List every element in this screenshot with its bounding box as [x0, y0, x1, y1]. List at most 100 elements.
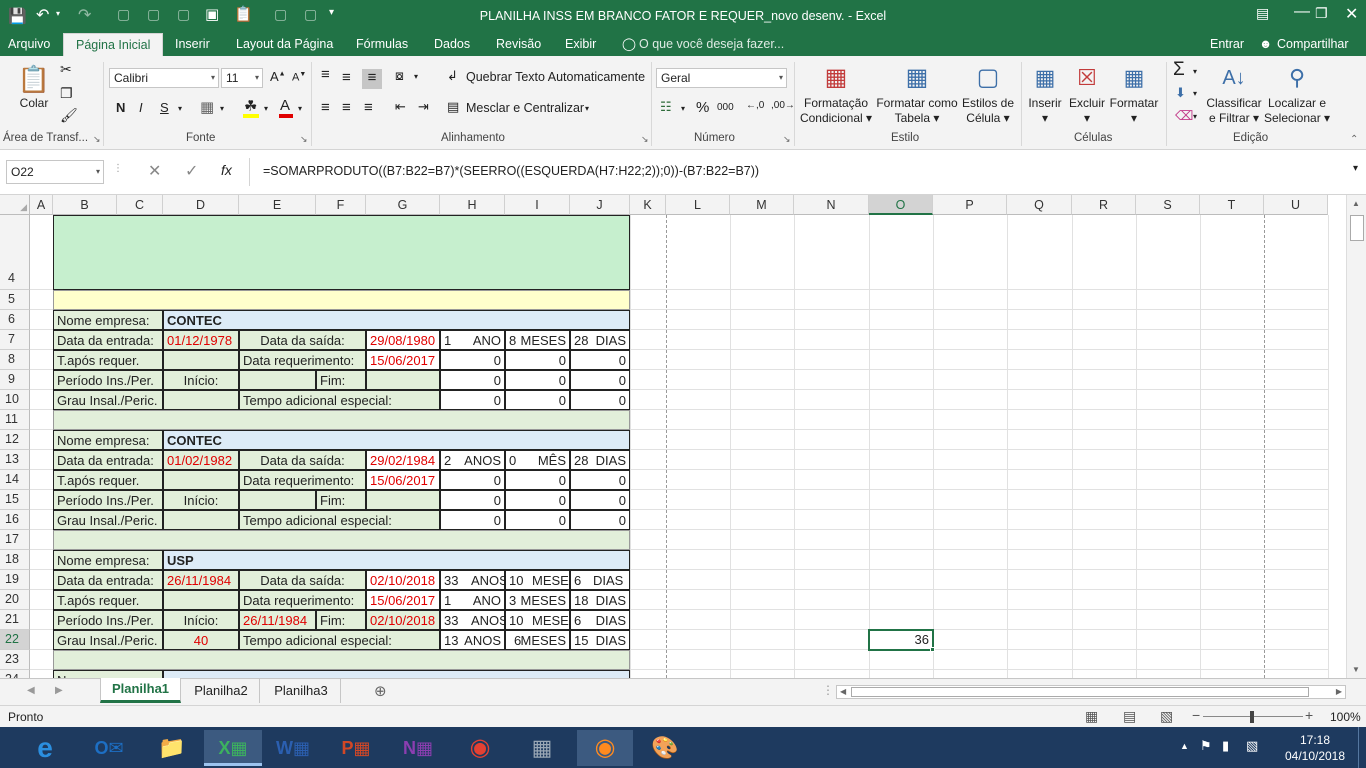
- days-value[interactable]: 28 DIAS: [570, 450, 630, 470]
- years-value[interactable]: 0: [440, 510, 505, 530]
- company-name[interactable]: CONTEC: [163, 310, 630, 330]
- row-header-17[interactable]: 17: [0, 530, 30, 550]
- label-period[interactable]: Período Ins./Per.: [53, 370, 163, 390]
- column-header-F[interactable]: F: [316, 195, 366, 215]
- sort-filter-button[interactable]: A↓ Classificar e Filtrar ▾: [1204, 60, 1264, 130]
- formula-input[interactable]: =SOMARPRODUTO((B7:B22=B7)*(SEERRO((ESQUE…: [263, 164, 759, 178]
- label-company[interactable]: Nome empresa:: [53, 310, 163, 330]
- column-header-G[interactable]: G: [366, 195, 440, 215]
- sheet-tab-planilha2[interactable]: Planilha2: [183, 679, 260, 703]
- exit-date[interactable]: 29/08/1980: [366, 330, 440, 350]
- alignment-dialog-launcher-icon[interactable]: ↘: [641, 134, 649, 145]
- column-header-K[interactable]: K: [630, 195, 666, 215]
- tab-split-icon[interactable]: ⋮: [822, 683, 834, 697]
- align-top-icon[interactable]: ≡: [321, 66, 330, 83]
- add-sheet-icon[interactable]: ⊕: [374, 682, 387, 700]
- file-explorer-icon[interactable]: 📁: [147, 730, 197, 766]
- days-value[interactable]: 0: [570, 510, 630, 530]
- start-date[interactable]: [239, 370, 316, 390]
- formula-input-area[interactable]: =SOMARPRODUTO((B7:B22=B7)*(SEERRO((ESQUE…: [249, 158, 1362, 186]
- company-name[interactable]: CONTEC: [163, 430, 630, 450]
- years-value[interactable]: 33 ANOS: [440, 610, 505, 630]
- currency-dropdown-icon[interactable]: ▾: [681, 104, 685, 113]
- tab-formulas[interactable]: Fórmulas: [356, 33, 408, 56]
- years-value[interactable]: 2 ANOS: [440, 450, 505, 470]
- label-entry-date[interactable]: Data da entrada:: [53, 330, 163, 350]
- empty-cell[interactable]: [163, 350, 239, 370]
- days-value[interactable]: 0: [570, 390, 630, 410]
- name-box[interactable]: O22 ▾: [6, 160, 104, 184]
- start-date[interactable]: 26/11/1984: [239, 610, 316, 630]
- copy-icon[interactable]: ❐: [60, 85, 73, 102]
- align-center-icon[interactable]: ≡: [342, 99, 351, 116]
- number-format-select[interactable]: Geral ▾: [656, 68, 787, 88]
- days-value[interactable]: 15 DIAS: [570, 630, 630, 650]
- conditional-formatting-button[interactable]: ▦ Formatação Condicional ▾: [798, 60, 874, 130]
- row-24-partial-label[interactable]: No: [53, 670, 163, 678]
- align-middle-icon[interactable]: ≡: [342, 69, 351, 86]
- label-time-after-req[interactable]: T.após requer.: [53, 590, 163, 610]
- share-button[interactable]: Compartilhar: [1277, 33, 1349, 56]
- label-start[interactable]: Início:: [163, 370, 239, 390]
- column-header-A[interactable]: A: [30, 195, 53, 215]
- confirm-entry-icon[interactable]: ✓: [185, 161, 198, 181]
- paint-icon[interactable]: 🎨: [640, 730, 690, 766]
- start-date[interactable]: [239, 490, 316, 510]
- req-date[interactable]: 15/06/2017: [366, 350, 440, 370]
- clear-icon[interactable]: ⌫: [1175, 108, 1193, 124]
- months-value[interactable]: 0: [505, 370, 570, 390]
- format-painter-icon[interactable]: 🖌: [60, 107, 78, 124]
- row-header-22[interactable]: 22: [0, 630, 30, 650]
- font-color-dropdown-icon[interactable]: ▾: [298, 104, 302, 113]
- label-exit-date[interactable]: Data da saída:: [239, 450, 366, 470]
- close-icon[interactable]: ✕: [1345, 4, 1358, 24]
- column-header-C[interactable]: C: [117, 195, 163, 215]
- column-header-E[interactable]: E: [239, 195, 316, 215]
- collapse-ribbon-icon[interactable]: ⌃: [1350, 134, 1358, 145]
- label-period[interactable]: Período Ins./Per.: [53, 610, 163, 630]
- days-value[interactable]: 18 DIAS: [570, 590, 630, 610]
- months-value[interactable]: 0: [505, 510, 570, 530]
- autosum-icon[interactable]: Σ: [1173, 59, 1185, 81]
- decrease-font-icon[interactable]: A▼: [292, 71, 306, 84]
- word-icon[interactable]: W▦: [268, 730, 318, 766]
- fill-color-icon[interactable]: ☘: [244, 97, 257, 115]
- column-header-M[interactable]: M: [730, 195, 794, 215]
- months-value[interactable]: 10MESES: [505, 610, 570, 630]
- underline-dropdown-icon[interactable]: ▾: [178, 104, 182, 113]
- outlook-icon[interactable]: O✉: [84, 730, 134, 766]
- fill-icon[interactable]: ⬇: [1175, 85, 1186, 101]
- insalubrity-degree[interactable]: 40: [163, 630, 239, 650]
- column-header-T[interactable]: T: [1200, 195, 1264, 215]
- page-break-view-icon[interactable]: ▧: [1160, 708, 1173, 725]
- label-exit-date[interactable]: Data da saída:: [239, 570, 366, 590]
- tab-inserir[interactable]: Inserir: [175, 33, 210, 56]
- row-header-6[interactable]: 6: [0, 310, 30, 330]
- increase-font-icon[interactable]: A▲: [270, 69, 286, 84]
- label-insalubrity[interactable]: Grau Insal./Peric.: [53, 510, 163, 530]
- sheet-tab-planilha1[interactable]: Planilha1: [100, 678, 181, 703]
- label-extra-time[interactable]: Tempo adicional especial:: [239, 510, 440, 530]
- end-date[interactable]: [366, 370, 440, 390]
- label-insalubrity[interactable]: Grau Insal./Peric.: [53, 390, 163, 410]
- empty-cell[interactable]: [163, 590, 239, 610]
- clock-time[interactable]: 17:18: [1290, 733, 1340, 747]
- format-cells-button[interactable]: ▦ Formatar ▾: [1108, 60, 1160, 130]
- days-value[interactable]: 0: [570, 370, 630, 390]
- row-header-13[interactable]: 13: [0, 450, 30, 470]
- months-value[interactable]: 3 MESES: [505, 590, 570, 610]
- insalubrity-degree[interactable]: [163, 390, 239, 410]
- column-header-O[interactable]: O: [869, 195, 933, 215]
- undo-dropdown-icon[interactable]: ▾: [56, 9, 60, 18]
- column-header-Q[interactable]: Q: [1007, 195, 1072, 215]
- label-end[interactable]: Fim:: [316, 370, 366, 390]
- column-header-U[interactable]: U: [1264, 195, 1328, 215]
- row-header-19[interactable]: 19: [0, 570, 30, 590]
- quick-access-icon-1[interactable]: ▢: [117, 6, 130, 23]
- years-value[interactable]: 1 ANO: [440, 330, 505, 350]
- days-value[interactable]: 28 DIAS: [570, 330, 630, 350]
- format-as-table-button[interactable]: ▦ Formatar como Tabela ▾: [874, 60, 960, 130]
- months-value[interactable]: 0: [505, 350, 570, 370]
- months-value[interactable]: 10MESES: [505, 570, 570, 590]
- dialog-launcher-icon[interactable]: ↘: [93, 134, 101, 145]
